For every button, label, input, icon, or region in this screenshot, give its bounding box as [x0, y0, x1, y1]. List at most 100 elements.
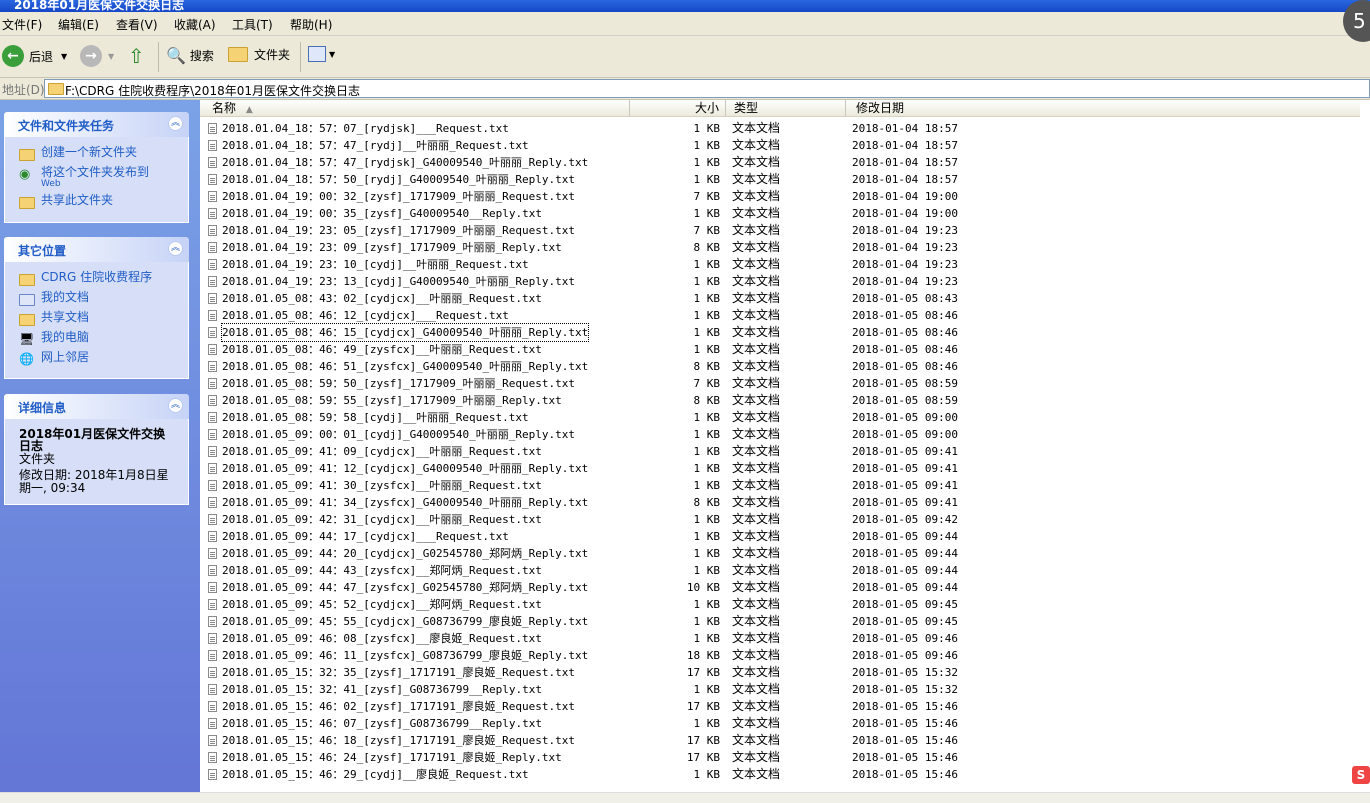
file-row[interactable]: 2018.01.05_15：32：41_[zysf]_G08736799__Re… [200, 681, 1370, 698]
ime-icon[interactable]: S [1352, 766, 1370, 784]
back-dropdown-icon[interactable]: ▼ [61, 52, 67, 61]
text-file-icon [208, 480, 217, 491]
place-cdrg[interactable]: CDRG 住院收费程序 [41, 271, 152, 284]
up-folder-button[interactable]: ⇧ [128, 44, 145, 68]
file-row[interactable]: 2018.01.05_15：46：02_[zysf]_1717191_廖良姬_R… [200, 698, 1370, 715]
file-type: 文本文档 [732, 410, 781, 424]
forward-dropdown-icon[interactable]: ▼ [108, 52, 114, 61]
search-button[interactable]: 🔍 搜索 [166, 46, 214, 65]
address-input[interactable]: F:\CDRG 住院收费程序\2018年01月医保文件交换日志 [44, 79, 1370, 98]
file-row[interactable]: 2018.01.04_18：57：50_[rydj]_G40009540_叶丽丽… [200, 171, 1370, 188]
file-row[interactable]: 2018.01.05_08：46：15_[cydjcx]_G40009540_叶… [200, 323, 1370, 342]
file-size: 1 KB [693, 258, 721, 271]
file-row[interactable]: 2018.01.05_09：44：43_[zysfcx]__郑阿炳_Reques… [200, 562, 1370, 579]
forward-button[interactable]: → ▼ [80, 45, 114, 67]
place-my-documents[interactable]: 我的文档 [41, 291, 89, 304]
file-tasks-panel: 文件和文件夹任务 ︽ 创建一个新文件夹 ◉ 将这个文件夹发布到 Web 共享此文… [4, 112, 189, 223]
file-row[interactable]: 2018.01.05_09：41：34_[zysfcx]_G40009540_叶… [200, 494, 1370, 511]
menu-edit[interactable]: 编辑(E) [58, 16, 99, 33]
file-row[interactable]: 2018.01.04_19：00：32_[zysf]_1717909_叶丽丽_R… [200, 188, 1370, 205]
file-row[interactable]: 2018.01.04_19：23：05_[zysf]_1717909_叶丽丽_R… [200, 222, 1370, 239]
place-network[interactable]: 网上邻居 [41, 351, 89, 364]
file-row[interactable]: 2018.01.05_09：42：31_[cydjcx]__叶丽丽_Reques… [200, 511, 1370, 528]
file-row[interactable]: 2018.01.05_08：59：58_[cydj]__叶丽丽_Request.… [200, 409, 1370, 426]
text-file-icon [208, 633, 217, 644]
file-row[interactable]: 2018.01.05_09：45：55_[cydjcx]_G08736799_廖… [200, 613, 1370, 630]
place-my-computer[interactable]: 我的电脑 [41, 331, 89, 344]
file-type: 文本文档 [732, 614, 781, 628]
file-row[interactable]: 2018.01.04_19：00：35_[zysf]_G40009540__Re… [200, 205, 1370, 222]
menu-favorites[interactable]: 收藏(A) [174, 16, 216, 33]
text-file-icon [208, 259, 217, 270]
file-row[interactable]: 2018.01.05_09：46：08_[zysfcx]__廖良姬_Reques… [200, 630, 1370, 647]
views-button[interactable]: ▼ [308, 46, 335, 62]
file-type: 文本文档 [732, 427, 781, 441]
file-row[interactable]: 2018.01.05_09：41：30_[zysfcx]__叶丽丽_Reques… [200, 477, 1370, 494]
file-row[interactable]: 2018.01.05_09：41：09_[cydjcx]__叶丽丽_Reques… [200, 443, 1370, 460]
address-bar: 地址(D) F:\CDRG 住院收费程序\2018年01月医保文件交换日志 [0, 78, 1370, 100]
file-row[interactable]: 2018.01.05_15：46：07_[zysf]_G08736799__Re… [200, 715, 1370, 732]
file-row[interactable]: 2018.01.05_15：46：24_[zysf]_1717191_廖良姬_R… [200, 749, 1370, 766]
file-row[interactable]: 2018.01.05_15：46：18_[zysf]_1717191_廖良姬_R… [200, 732, 1370, 749]
file-row[interactable]: 2018.01.05_08：43：02_[cydjcx]__叶丽丽_Reques… [200, 290, 1370, 307]
collapse-icon[interactable]: ︽ [168, 116, 183, 131]
file-size: 1 KB [693, 122, 721, 135]
file-date: 2018-01-05 09:44 [852, 564, 958, 577]
file-date: 2018-01-05 08:46 [852, 309, 958, 322]
file-row[interactable]: 2018.01.05_08：46：12_[cydjcx]___Request.t… [200, 307, 1370, 324]
file-row[interactable]: 2018.01.05_09：44：47_[zysfcx]_G02545780_郑… [200, 579, 1370, 596]
menu-view[interactable]: 查看(V) [116, 16, 158, 33]
file-row[interactable]: 2018.01.05_08：59：50_[zysf]_1717909_叶丽丽_R… [200, 375, 1370, 392]
file-row[interactable]: 2018.01.05_15：46：29_[cydj]__廖良姬_Request.… [200, 766, 1370, 783]
column-modified-header[interactable]: 修改日期 [846, 100, 1370, 117]
file-size: 7 KB [693, 377, 721, 390]
file-row[interactable]: 2018.01.05_15：32：35_[zysf]_1717191_廖良姬_R… [200, 664, 1370, 681]
file-size: 8 KB [693, 496, 721, 509]
file-row[interactable]: 2018.01.04_19：23：10_[cydj]__叶丽丽_Request.… [200, 256, 1370, 273]
file-name: 2018.01.05_09：45：55_[cydjcx]_G08736799_廖… [222, 615, 589, 628]
file-row[interactable]: 2018.01.05_08：46：51_[zysfcx]_G40009540_叶… [200, 358, 1370, 375]
file-row[interactable]: 2018.01.04_19：23：13_[cydj]_G40009540_叶丽丽… [200, 273, 1370, 290]
file-size: 7 KB [693, 224, 721, 237]
file-date: 2018-01-05 15:32 [852, 666, 958, 679]
file-row[interactable]: 2018.01.04_18：57：47_[rydjsk]_G40009540_叶… [200, 154, 1370, 171]
horizontal-scrollbar[interactable] [0, 792, 1370, 803]
file-row[interactable]: 2018.01.05_09：00：01_[cydj]_G40009540_叶丽丽… [200, 426, 1370, 443]
file-name: 2018.01.05_08：46：12_[cydjcx]___Request.t… [222, 309, 509, 322]
file-name: 2018.01.04_19：23：05_[zysf]_1717909_叶丽丽_R… [222, 224, 576, 237]
file-row[interactable]: 2018.01.04_18：57：07_[rydjsk]___Request.t… [200, 120, 1370, 137]
file-row[interactable]: 2018.01.05_09：44：17_[cydjcx]___Request.t… [200, 528, 1370, 545]
file-tasks-header[interactable]: 文件和文件夹任务 ︽ [4, 112, 189, 137]
file-size: 8 KB [693, 360, 721, 373]
file-row[interactable]: 2018.01.05_09：41：12_[cydjcx]_G40009540_叶… [200, 460, 1370, 477]
back-button[interactable]: ← 后退 ▼ [2, 45, 67, 67]
file-name: 2018.01.05_09：00：01_[cydj]_G40009540_叶丽丽… [222, 428, 576, 441]
menu-file[interactable]: 文件(F) [2, 16, 42, 33]
column-name-header[interactable]: 名称 ▲ [200, 100, 630, 117]
menu-tools[interactable]: 工具(T) [232, 16, 273, 33]
file-row[interactable]: 2018.01.04_18：57：47_[rydj]__叶丽丽_Request.… [200, 137, 1370, 154]
collapse-icon[interactable]: ︽ [168, 241, 183, 256]
column-size-header[interactable]: 大小 [630, 100, 726, 117]
task-new-folder[interactable]: 创建一个新文件夹 [41, 146, 137, 159]
other-places-header[interactable]: 其它位置 ︽ [4, 237, 189, 262]
details-header[interactable]: 详细信息 ︽ [4, 394, 189, 419]
file-row[interactable]: 2018.01.05_09：46：11_[zysfcx]_G08736799_廖… [200, 647, 1370, 664]
file-row[interactable]: 2018.01.04_19：23：09_[zysf]_1717909_叶丽丽_R… [200, 239, 1370, 256]
folder-icon [19, 272, 35, 286]
file-row[interactable]: 2018.01.05_08：46：49_[zysfcx]__叶丽丽_Reques… [200, 341, 1370, 358]
text-file-icon [208, 531, 217, 542]
place-shared-documents[interactable]: 共享文档 [41, 311, 89, 324]
column-type-header[interactable]: 类型 [726, 100, 846, 117]
menu-help[interactable]: 帮助(H) [290, 16, 332, 33]
task-publish-web[interactable]: 将这个文件夹发布到 [41, 166, 149, 179]
task-share-folder[interactable]: 共享此文件夹 [41, 194, 113, 207]
collapse-icon[interactable]: ︽ [168, 398, 183, 413]
folders-button[interactable]: 文件夹 [228, 46, 290, 63]
file-row[interactable]: 2018.01.05_08：59：55_[zysf]_1717909_叶丽丽_R… [200, 392, 1370, 409]
file-row[interactable]: 2018.01.05_09：45：52_[cydjcx]__郑阿炳_Reques… [200, 596, 1370, 613]
text-file-icon [208, 361, 217, 372]
file-tasks-body: 创建一个新文件夹 ◉ 将这个文件夹发布到 Web 共享此文件夹 [4, 137, 189, 223]
file-row[interactable]: 2018.01.05_09：44：20_[cydjcx]_G02545780_郑… [200, 545, 1370, 562]
task-publish-web-suffix[interactable]: Web [41, 179, 61, 189]
